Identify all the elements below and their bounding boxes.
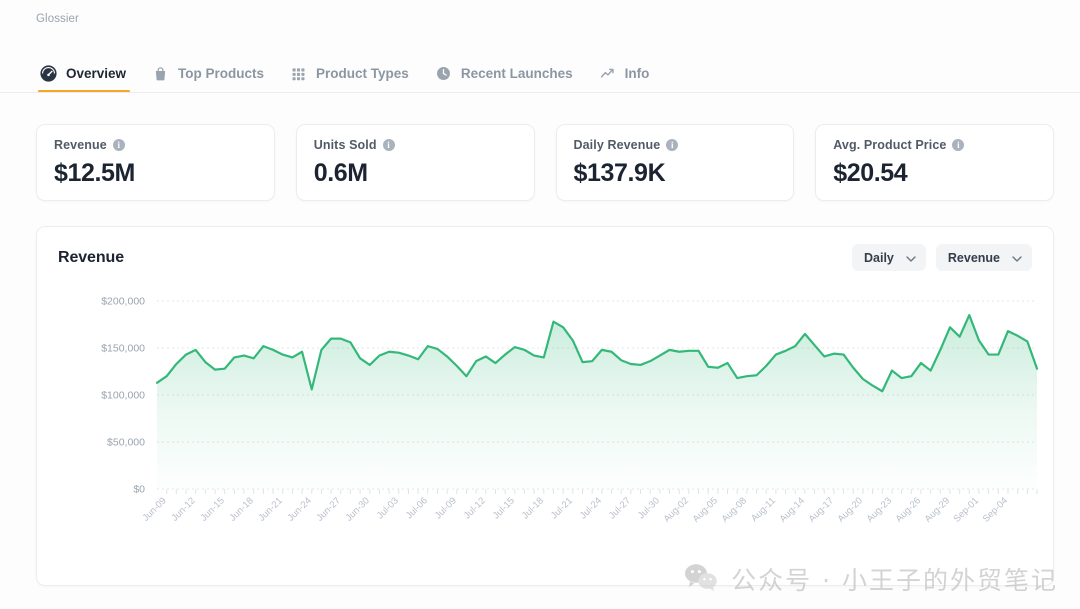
metric-value: $20.54 bbox=[833, 159, 1036, 188]
metric-label: Revenue bbox=[54, 138, 107, 152]
svg-text:Jul-12: Jul-12 bbox=[462, 495, 488, 521]
svg-text:Jul-09: Jul-09 bbox=[433, 495, 459, 521]
svg-text:$100,000: $100,000 bbox=[101, 390, 145, 402]
metric-card-daily-revenue: Daily Revenue i $137.9K bbox=[556, 124, 795, 201]
grid-icon bbox=[290, 65, 307, 82]
svg-text:Aug-29: Aug-29 bbox=[923, 495, 952, 524]
tab-label: Top Products bbox=[178, 67, 264, 81]
tab-overview[interactable]: Overview bbox=[30, 65, 142, 93]
svg-text:Jul-30: Jul-30 bbox=[636, 495, 662, 521]
granularity-dropdown-value: Daily bbox=[864, 251, 894, 265]
trendline-icon bbox=[599, 65, 616, 82]
metric-header: Units Sold i bbox=[314, 138, 517, 152]
bag-icon bbox=[152, 65, 169, 82]
metric-header: Revenue i bbox=[54, 138, 257, 152]
watermark: 公众号 · 小王子的外贸笔记 bbox=[684, 561, 1058, 597]
tab-label: Product Types bbox=[316, 67, 409, 81]
chart-header: Revenue Daily Revenue bbox=[58, 244, 1032, 271]
svg-text:Jun-12: Jun-12 bbox=[169, 495, 197, 523]
svg-text:Aug-20: Aug-20 bbox=[836, 495, 865, 524]
chart-title: Revenue bbox=[58, 249, 124, 267]
metric-header: Avg. Product Price i bbox=[833, 138, 1036, 152]
svg-text:Jun-27: Jun-27 bbox=[315, 495, 343, 523]
svg-text:Jul-18: Jul-18 bbox=[520, 495, 546, 521]
svg-text:$0: $0 bbox=[133, 484, 145, 496]
svg-text:Jul-06: Jul-06 bbox=[404, 495, 430, 521]
svg-text:$150,000: $150,000 bbox=[101, 343, 145, 355]
metric-dropdown[interactable]: Revenue bbox=[936, 244, 1032, 271]
svg-text:Aug-02: Aug-02 bbox=[662, 495, 691, 524]
dashboard-page: Glossier Overview Top Products Product Typ… bbox=[0, 0, 1080, 609]
svg-text:Aug-14: Aug-14 bbox=[778, 495, 807, 524]
metric-card-units-sold: Units Sold i 0.6M bbox=[296, 124, 535, 201]
svg-text:Aug-17: Aug-17 bbox=[807, 495, 836, 524]
svg-text:Jul-21: Jul-21 bbox=[549, 495, 575, 521]
svg-text:Jun-21: Jun-21 bbox=[257, 495, 285, 523]
metric-card-avg-product-price: Avg. Product Price i $20.54 bbox=[815, 124, 1054, 201]
tab-top-products[interactable]: Top Products bbox=[142, 65, 280, 93]
svg-text:Aug-23: Aug-23 bbox=[865, 495, 894, 524]
svg-text:Jul-24: Jul-24 bbox=[578, 495, 604, 521]
metric-value: 0.6M bbox=[314, 159, 517, 188]
svg-text:Jun-18: Jun-18 bbox=[227, 495, 255, 523]
metric-label: Daily Revenue bbox=[574, 138, 661, 152]
svg-text:Aug-08: Aug-08 bbox=[720, 495, 749, 524]
tab-bar-divider bbox=[0, 92, 1080, 93]
wechat-icon bbox=[684, 563, 718, 596]
svg-text:Jul-27: Jul-27 bbox=[607, 495, 633, 521]
gauge-icon bbox=[40, 65, 57, 82]
svg-text:Sep-04: Sep-04 bbox=[981, 495, 1010, 524]
chart-controls: Daily Revenue bbox=[852, 244, 1032, 271]
svg-text:Aug-26: Aug-26 bbox=[894, 495, 923, 524]
info-icon[interactable]: i bbox=[113, 139, 125, 151]
svg-text:$50,000: $50,000 bbox=[107, 437, 145, 449]
info-icon[interactable]: i bbox=[952, 139, 964, 151]
metric-label: Avg. Product Price bbox=[833, 138, 946, 152]
tab-recent-launches[interactable]: Recent Launches bbox=[425, 65, 589, 93]
chevron-down-icon bbox=[1012, 251, 1022, 265]
tab-label: Overview bbox=[66, 67, 126, 81]
svg-text:Aug-05: Aug-05 bbox=[691, 495, 720, 524]
tab-label: Info bbox=[625, 67, 650, 81]
metric-card-row: Revenue i $12.5M Units Sold i 0.6M Daily Reven… bbox=[36, 124, 1054, 201]
svg-text:Jun-30: Jun-30 bbox=[344, 495, 372, 523]
info-icon[interactable]: i bbox=[383, 139, 395, 151]
chevron-down-icon bbox=[906, 251, 916, 265]
clock-icon bbox=[435, 65, 452, 82]
svg-text:Jul-15: Jul-15 bbox=[491, 495, 517, 521]
breadcrumb[interactable]: Glossier bbox=[36, 13, 79, 25]
metric-header: Daily Revenue i bbox=[574, 138, 777, 152]
metric-value: $12.5M bbox=[54, 159, 257, 188]
svg-text:Jul-03: Jul-03 bbox=[375, 495, 401, 521]
metric-value: $137.9K bbox=[574, 159, 777, 188]
svg-text:Jun-15: Jun-15 bbox=[198, 495, 226, 523]
svg-text:Aug-11: Aug-11 bbox=[749, 495, 778, 524]
metric-card-revenue: Revenue i $12.5M bbox=[36, 124, 275, 201]
revenue-area-chart: $0$50,000$100,000$150,000$200,000Jun-09J… bbox=[37, 289, 1055, 579]
svg-text:$200,000: $200,000 bbox=[101, 296, 145, 308]
granularity-dropdown[interactable]: Daily bbox=[852, 244, 926, 271]
svg-text:Jun-09: Jun-09 bbox=[140, 495, 168, 523]
metric-dropdown-value: Revenue bbox=[948, 251, 1000, 265]
revenue-chart-card: Revenue Daily Revenue $0 $50,000 $100,000 $… bbox=[36, 226, 1054, 586]
tab-product-types[interactable]: Product Types bbox=[280, 65, 425, 93]
metric-label: Units Sold bbox=[314, 138, 377, 152]
svg-text:Jun-24: Jun-24 bbox=[286, 495, 314, 523]
tab-bar: Overview Top Products Product Types Recent … bbox=[30, 55, 665, 93]
watermark-text: 公众号 · 小王子的外贸笔记 bbox=[731, 561, 1058, 597]
tab-info[interactable]: Info bbox=[589, 65, 666, 93]
tab-label: Recent Launches bbox=[461, 67, 573, 81]
info-icon[interactable]: i bbox=[666, 139, 678, 151]
svg-text:Sep-01: Sep-01 bbox=[952, 495, 981, 524]
